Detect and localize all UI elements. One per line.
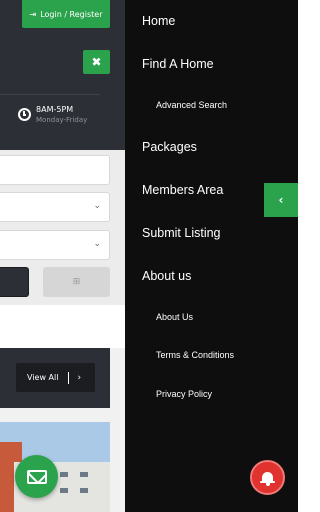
- location-select[interactable]: ⌄: [0, 192, 110, 222]
- close-menu-tab[interactable]: ‹: [264, 183, 298, 217]
- contact-mail-button[interactable]: [15, 455, 58, 498]
- side-menu-drawer: Home Find A Home Advanced Search Package…: [125, 0, 298, 512]
- chevron-down-icon: ⌄: [93, 201, 101, 211]
- building-window: [80, 488, 88, 493]
- building-window: [80, 472, 88, 477]
- search-button[interactable]: [0, 267, 29, 297]
- close-icon: ✖: [91, 55, 102, 69]
- menu-subitem-terms-conditions[interactable]: Terms & Conditions: [156, 350, 234, 360]
- menu-item-about-us[interactable]: About us: [142, 269, 191, 283]
- envelope-icon: [26, 469, 47, 484]
- chevron-right-icon: ›: [77, 372, 82, 383]
- office-hours-days: Monday-Friday: [36, 116, 88, 124]
- menu-item-find-a-home[interactable]: Find A Home: [142, 57, 214, 71]
- chevron-left-icon: ‹: [278, 193, 284, 207]
- sign-in-icon: ⇥: [29, 9, 37, 19]
- menu-subitem-privacy-policy[interactable]: Privacy Policy: [156, 389, 212, 399]
- bell-icon: [260, 471, 275, 486]
- listings-header: View All ›: [0, 348, 110, 408]
- section-spacer: [0, 305, 125, 348]
- keyword-input[interactable]: [0, 155, 110, 185]
- plus-square-icon: ⊞: [72, 277, 81, 287]
- office-hours-time: 8AM-5PM: [36, 105, 74, 114]
- site-header: ⇥ Login / Register ✖ 8AM-5PM Monday-Frid…: [0, 0, 125, 150]
- menu-item-home[interactable]: Home: [142, 14, 175, 28]
- property-type-select[interactable]: ⌄: [0, 230, 110, 260]
- view-all-label: View All: [27, 373, 59, 382]
- menu-item-members-area[interactable]: Members Area: [142, 183, 223, 197]
- divider: [68, 371, 70, 384]
- divider: [0, 94, 100, 95]
- notification-bell-button[interactable]: [250, 460, 285, 495]
- view-all-button[interactable]: View All ›: [16, 363, 95, 392]
- menu-item-submit-listing[interactable]: Submit Listing: [142, 226, 221, 240]
- page-background: ⇥ Login / Register ✖ 8AM-5PM Monday-Frid…: [0, 0, 125, 512]
- building-window: [60, 472, 68, 477]
- advanced-search-toggle[interactable]: ⊞: [43, 267, 110, 297]
- menu-subitem-about-us[interactable]: About Us: [156, 312, 193, 322]
- close-button[interactable]: ✖: [83, 50, 110, 74]
- menu-subitem-advanced-search[interactable]: Advanced Search: [156, 100, 227, 110]
- chevron-down-icon: ⌄: [93, 239, 101, 249]
- login-register-label: Login / Register: [40, 9, 103, 19]
- search-form: ⌄ ⌄ ⊞: [0, 150, 125, 305]
- clock-icon: [18, 108, 31, 121]
- building-window: [60, 488, 68, 493]
- login-register-button[interactable]: ⇥ Login / Register: [22, 0, 110, 28]
- menu-item-packages[interactable]: Packages: [142, 140, 197, 154]
